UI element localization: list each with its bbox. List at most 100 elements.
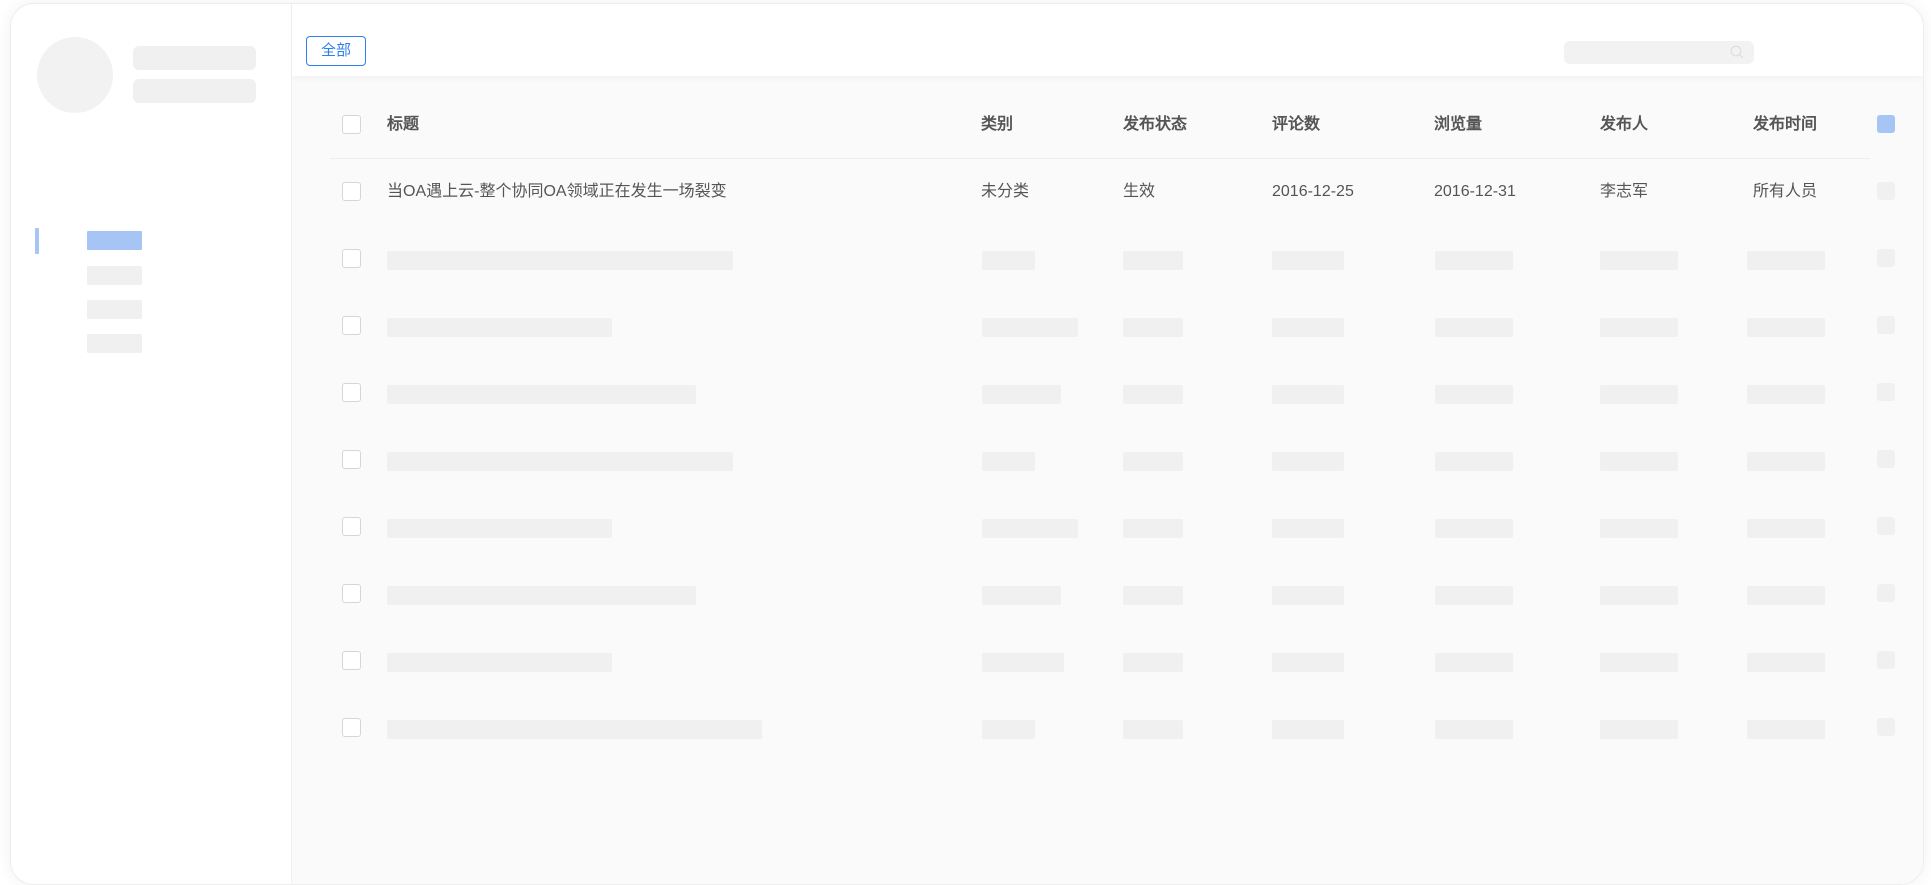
skeleton-bar [1123,251,1183,270]
table-row[interactable]: 当OA遇上云-整个协同OA领域正在发生一场裂变 未分类 生效 2016-12-2… [330,158,1895,225]
table-row-placeholder [330,426,1895,493]
filter-all-button[interactable]: 全部 [306,36,366,66]
row-action-icon[interactable] [1877,517,1895,535]
skeleton-bar [1435,653,1513,672]
column-header-views[interactable]: 浏览量 [1434,91,1482,158]
column-settings-icon[interactable] [1877,115,1895,133]
skeleton-bar [1435,385,1513,404]
column-header-status[interactable]: 发布状态 [1123,91,1187,158]
skeleton-bar [1747,251,1825,270]
sidebar-item[interactable] [87,334,142,353]
sidebar-item-active[interactable] [87,231,142,250]
skeleton-bar [982,452,1035,471]
table-row-placeholder [330,627,1895,694]
skeleton-bar [1600,653,1678,672]
skeleton-bar [1123,653,1183,672]
skeleton-bar [1435,519,1513,538]
column-header-title[interactable]: 标题 [387,91,419,158]
skeleton-bar [1747,385,1825,404]
skeleton-bar [387,318,612,337]
skeleton-bar [1123,720,1183,739]
row-action-icon[interactable] [1877,651,1895,669]
sidebar-active-indicator [35,228,39,254]
skeleton-bar [982,318,1078,337]
cell-views: 2016-12-31 [1434,183,1516,200]
skeleton-bar [387,720,762,739]
row-checkbox[interactable] [342,249,361,268]
row-checkbox[interactable] [342,651,361,670]
skeleton-bar [1747,586,1825,605]
cell-category: 未分类 [981,183,1030,200]
avatar [37,37,113,113]
row-checkbox[interactable] [342,584,361,603]
row-checkbox[interactable] [342,718,361,737]
row-action-icon[interactable] [1877,316,1895,334]
skeleton-bar [1600,519,1678,538]
skeleton-bar [1747,720,1825,739]
select-all-checkbox[interactable] [342,115,361,134]
table-row-placeholder [330,560,1895,627]
cell-publish-time: 所有人员 [1753,183,1818,200]
skeleton-bar [982,586,1061,605]
column-header-comments[interactable]: 评论数 [1272,91,1320,158]
search-input[interactable] [1564,41,1754,64]
search-icon[interactable] [1730,45,1744,59]
skeleton-bar [1747,653,1825,672]
main-content: 全部 标题 类别 发布状态 评论数 浏览量 发布人 发布时间 当OA遇上云-整个… [292,4,1923,884]
skeleton-bar [1123,586,1183,605]
row-checkbox[interactable] [342,517,361,536]
row-action-icon[interactable] [1877,450,1895,468]
cell-status: 生效 [1123,183,1156,200]
skeleton-bar [1272,519,1344,538]
cell-title[interactable]: 当OA遇上云-整个协同OA领域正在发生一场裂变 [387,158,727,225]
table-row-placeholder [330,694,1895,761]
row-checkbox[interactable] [342,182,361,201]
app-window: 全部 标题 类别 发布状态 评论数 浏览量 发布人 发布时间 当OA遇上云-整个… [10,3,1924,885]
user-name-placeholder [133,46,256,70]
row-action-icon[interactable] [1877,182,1895,200]
skeleton-bar [982,251,1035,270]
skeleton-bar [1272,251,1344,270]
skeleton-bar [1600,720,1678,739]
skeleton-bar [1435,452,1513,471]
cell-comments: 2016-12-25 [1272,183,1354,200]
table-row-placeholder [330,493,1895,560]
skeleton-bar [1272,720,1344,739]
skeleton-bar [387,452,733,471]
row-checkbox[interactable] [342,316,361,335]
skeleton-bar [1123,519,1183,538]
column-header-publish-time[interactable]: 发布时间 [1753,91,1817,158]
skeleton-bar [387,653,612,672]
column-header-publisher[interactable]: 发布人 [1600,91,1648,158]
skeleton-bar [1272,318,1344,337]
skeleton-bar [982,720,1035,739]
sidebar-item[interactable] [87,300,142,319]
table-row-placeholder [330,225,1895,292]
skeleton-bar [982,519,1078,538]
skeleton-bar [1600,318,1678,337]
skeleton-bar [1435,586,1513,605]
skeleton-bar [1123,318,1183,337]
row-checkbox[interactable] [342,383,361,402]
row-action-icon[interactable] [1877,584,1895,602]
column-header-category[interactable]: 类别 [981,91,1013,158]
toolbar: 全部 [292,4,1923,76]
row-checkbox[interactable] [342,450,361,469]
sidebar [11,4,292,884]
skeleton-bar [387,586,696,605]
skeleton-bar [387,385,696,404]
skeleton-bar [1272,586,1344,605]
skeleton-bar [982,653,1064,672]
cell-publisher: 李志军 [1600,183,1649,200]
skeleton-bar [1600,385,1678,404]
skeleton-bar [1747,318,1825,337]
skeleton-bar [1123,452,1183,471]
row-action-icon[interactable] [1877,718,1895,736]
row-action-icon[interactable] [1877,249,1895,267]
skeleton-bar [1272,653,1344,672]
sidebar-item[interactable] [87,266,142,285]
row-action-icon[interactable] [1877,383,1895,401]
skeleton-bar [1435,251,1513,270]
table-row-placeholder [330,359,1895,426]
skeleton-bar [1600,251,1678,270]
